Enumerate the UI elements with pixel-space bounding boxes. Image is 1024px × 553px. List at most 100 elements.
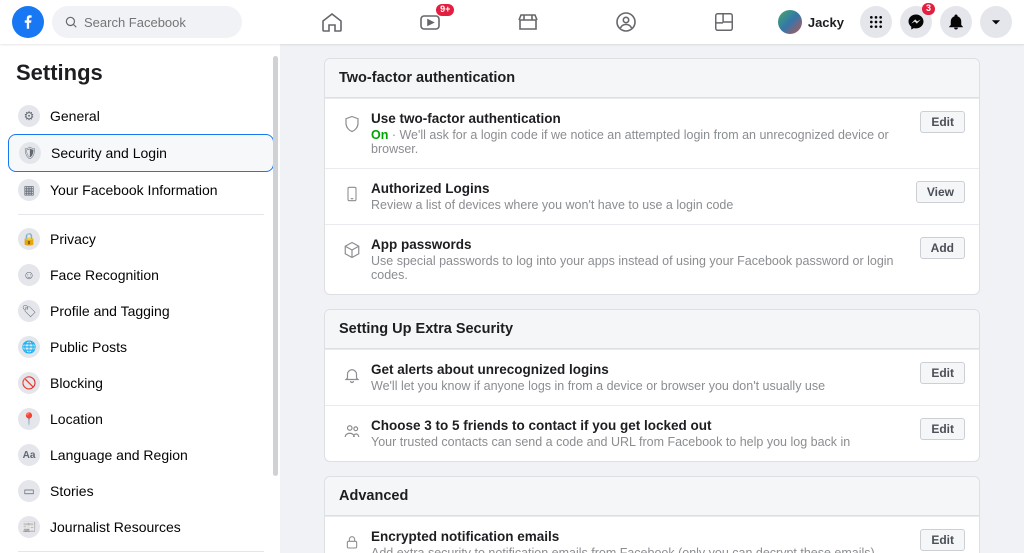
friends-icon	[339, 420, 365, 442]
right-controls: Jacky 3	[775, 6, 1012, 38]
notifications-button[interactable]	[940, 6, 972, 38]
edit-button[interactable]: Edit	[920, 418, 965, 440]
section-header: Advanced	[325, 477, 979, 516]
search-icon	[64, 15, 78, 29]
page-body: Settings ⚙ General 🛡 Security and Login …	[0, 44, 1024, 553]
bell-icon	[947, 13, 965, 31]
row-desc: We'll let you know if anyone logs in fro…	[371, 379, 910, 393]
language-icon: Aa	[18, 444, 40, 466]
messenger-badge: 3	[922, 3, 935, 15]
sidebar-item-label: Language and Region	[50, 447, 188, 463]
sidebar-item-label: Profile and Tagging	[50, 303, 170, 319]
sidebar-item-label: Privacy	[50, 231, 96, 247]
face-icon: ☺	[18, 264, 40, 286]
sidebar-item-stories[interactable]: ▭ Stories	[8, 473, 274, 509]
nav-marketplace-icon[interactable]	[514, 8, 542, 36]
sidebar-item-label: Security and Login	[51, 145, 167, 161]
row-desc: On · We'll ask for a login code if we no…	[371, 128, 910, 156]
sidebar-item-general[interactable]: ⚙ General	[8, 98, 274, 134]
row-trusted-friends[interactable]: Choose 3 to 5 friends to contact if you …	[325, 405, 979, 461]
sidebar-item-label: Public Posts	[50, 339, 127, 355]
sidebar-item-language[interactable]: Aa Language and Region	[8, 437, 274, 473]
profile-name: Jacky	[808, 15, 844, 30]
edit-button[interactable]: Edit	[920, 111, 965, 133]
sidebar-item-label: General	[50, 108, 100, 124]
grid-icon	[868, 14, 884, 30]
add-button[interactable]: Add	[920, 237, 965, 259]
account-dropdown-button[interactable]	[980, 6, 1012, 38]
device-icon	[339, 183, 365, 205]
row-desc: Review a list of devices where you won't…	[371, 198, 906, 212]
messenger-button[interactable]: 3	[900, 6, 932, 38]
section-two-factor: Two-factor authentication Use two-factor…	[324, 58, 980, 295]
main-content: Two-factor authentication Use two-factor…	[280, 44, 1024, 553]
sidebar-scrollbar[interactable]	[273, 56, 278, 476]
nav-watch-icon[interactable]: 9+	[416, 8, 444, 36]
row-title: Authorized Logins	[371, 181, 906, 196]
section-extra-security: Setting Up Extra Security Get alerts abo…	[324, 309, 980, 462]
sidebar-item-fbinfo[interactable]: ▦ Your Facebook Information	[8, 172, 274, 208]
menu-grid-button[interactable]	[860, 6, 892, 38]
gear-icon: ⚙	[18, 105, 40, 127]
row-encrypted-emails[interactable]: Encrypted notification emails Add extra …	[325, 516, 979, 553]
row-title: App passwords	[371, 237, 910, 252]
sidebar-item-profiletag[interactable]: 🏷 Profile and Tagging	[8, 293, 274, 329]
profile-chip[interactable]: Jacky	[775, 7, 852, 37]
search-box[interactable]	[52, 6, 242, 38]
avatar	[778, 10, 802, 34]
globe-icon: 🌐	[18, 336, 40, 358]
shield-outline-icon	[339, 113, 365, 135]
sidebar-item-publicposts[interactable]: 🌐 Public Posts	[8, 329, 274, 365]
section-header: Setting Up Extra Security	[325, 310, 979, 349]
sidebar-item-label: Face Recognition	[50, 267, 159, 283]
section-advanced: Advanced Encrypted notification emails A…	[324, 476, 980, 553]
row-desc: Use special passwords to log into your a…	[371, 254, 910, 282]
journalist-icon: 📰	[18, 516, 40, 538]
messenger-icon	[907, 13, 925, 31]
watch-badge: 9+	[436, 4, 454, 16]
facebook-logo[interactable]	[12, 6, 44, 38]
lock-icon: 🔒	[18, 228, 40, 250]
pin-icon: 📍	[18, 408, 40, 430]
nav-home-icon[interactable]	[318, 8, 346, 36]
settings-title: Settings	[8, 56, 274, 98]
settings-sidebar: Settings ⚙ General 🛡 Security and Login …	[0, 44, 280, 553]
box-icon	[339, 239, 365, 261]
row-title: Choose 3 to 5 friends to contact if you …	[371, 418, 910, 433]
bell-outline-icon	[339, 364, 365, 386]
sidebar-item-privacy[interactable]: 🔒 Privacy	[8, 221, 274, 257]
status-on: On	[371, 128, 388, 142]
chevron-down-icon	[989, 15, 1003, 29]
row-desc: Add extra security to notification email…	[371, 546, 910, 553]
sidebar-separator	[18, 551, 264, 552]
lock-outline-icon	[339, 531, 365, 553]
edit-button[interactable]: Edit	[920, 529, 965, 551]
row-app-passwords[interactable]: App passwords Use special passwords to l…	[325, 224, 979, 294]
sidebar-item-facerec[interactable]: ☺ Face Recognition	[8, 257, 274, 293]
row-use-2fa[interactable]: Use two-factor authentication On · We'll…	[325, 98, 979, 168]
sidebar-item-label: Location	[50, 411, 103, 427]
row-desc: Your trusted contacts can send a code an…	[371, 435, 910, 449]
sidebar-item-location[interactable]: 📍 Location	[8, 401, 274, 437]
top-bar: 9+ Jacky 3	[0, 0, 1024, 44]
nav-gaming-icon[interactable]	[710, 8, 738, 36]
block-icon: 🚫	[18, 372, 40, 394]
sidebar-item-label: Journalist Resources	[50, 519, 181, 535]
edit-button[interactable]: Edit	[920, 362, 965, 384]
tag-icon: 🏷	[18, 300, 40, 322]
row-authorized-logins[interactable]: Authorized Logins Review a list of devic…	[325, 168, 979, 224]
row-alerts[interactable]: Get alerts about unrecognized logins We'…	[325, 349, 979, 405]
sidebar-item-label: Blocking	[50, 375, 103, 391]
sidebar-item-journalist[interactable]: 📰 Journalist Resources	[8, 509, 274, 545]
sidebar-item-security[interactable]: 🛡 Security and Login	[8, 134, 274, 172]
sidebar-item-label: Your Facebook Information	[50, 182, 218, 198]
row-title: Encrypted notification emails	[371, 529, 910, 544]
sidebar-item-blocking[interactable]: 🚫 Blocking	[8, 365, 274, 401]
sidebar-item-label: Stories	[50, 483, 94, 499]
nav-groups-icon[interactable]	[612, 8, 640, 36]
search-input[interactable]	[84, 15, 224, 30]
sidebar-separator	[18, 214, 264, 215]
view-button[interactable]: View	[916, 181, 965, 203]
row-title: Use two-factor authentication	[371, 111, 910, 126]
row-title: Get alerts about unrecognized logins	[371, 362, 910, 377]
